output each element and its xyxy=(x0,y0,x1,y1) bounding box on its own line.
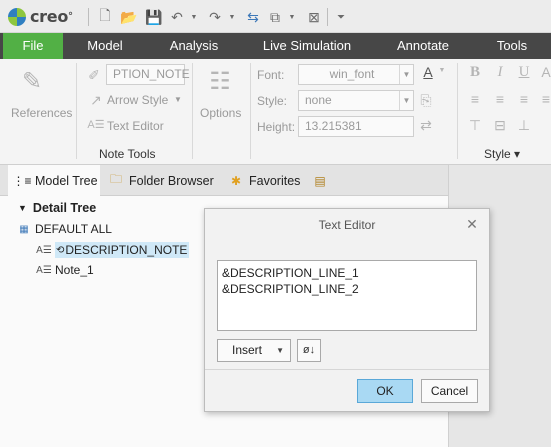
italic-button[interactable]: I xyxy=(492,64,508,81)
dialog-title: Text Editor xyxy=(318,218,376,232)
note-name-icon: ✐ xyxy=(88,67,100,83)
ribbon-separator xyxy=(457,63,458,159)
windows-icon[interactable]: ⧉ xyxy=(266,8,284,26)
layers-icon: ▤ xyxy=(314,173,326,188)
undo-dropdown-icon[interactable]: ▼ xyxy=(185,8,203,26)
ribbon-separator xyxy=(76,63,77,159)
model-tree-icon: ⋮≡ xyxy=(12,173,32,188)
note-text-area[interactable]: &DESCRIPTION_LINE_1 &DESCRIPTION_LINE_2 xyxy=(217,260,477,331)
valign-middle-icon[interactable]: ⊟ xyxy=(492,117,508,134)
text-color-dropdown-icon[interactable]: ▼ xyxy=(437,67,447,74)
close-icon[interactable]: ✕ xyxy=(465,217,479,231)
text-editor-dialog: Text Editor ✕ &DESCRIPTION_LINE_1 &DESCR… xyxy=(204,208,490,412)
note-icon: A☰ xyxy=(36,244,52,256)
dialog-divider xyxy=(205,369,489,370)
text-line: &DESCRIPTION_LINE_1 xyxy=(222,266,359,280)
group-label-note-tools: Note Tools xyxy=(99,147,156,161)
justify-icon[interactable]: ≡ xyxy=(540,91,551,107)
regenerate-icon[interactable]: ⇆ xyxy=(244,8,262,26)
align-left-icon[interactable]: ≡ xyxy=(467,91,483,107)
redo-dropdown-icon[interactable]: ▼ xyxy=(223,8,241,26)
chevron-down-icon: ▼ xyxy=(276,346,284,355)
selected-item-highlight: ⟲ DESCRIPTION_NOTE xyxy=(55,242,190,258)
style-label: Style: xyxy=(257,94,288,108)
cancel-button[interactable]: Cancel xyxy=(421,379,478,403)
arrow-style-icon: ↗ xyxy=(90,92,102,108)
tree-item-note-1[interactable]: A☰ Note_1 xyxy=(36,263,94,277)
customize-icon[interactable]: ⏷ xyxy=(332,8,350,26)
font-select[interactable]: win_font ▼ xyxy=(298,64,414,85)
tab-layers[interactable]: ▤ xyxy=(312,165,336,196)
note-icon: A☰ xyxy=(36,264,52,276)
undo-icon[interactable]: ↶ xyxy=(168,8,186,26)
align-right-icon[interactable]: ≡ xyxy=(516,91,532,107)
bold-button[interactable]: B xyxy=(467,64,483,81)
references-icon[interactable]: ✎ xyxy=(18,67,46,97)
toolbar-separator xyxy=(327,8,328,26)
strikethrough-icon[interactable]: A xyxy=(540,64,551,80)
regen-icon: ⟲ xyxy=(56,244,65,256)
text-editor-button[interactable]: Text Editor xyxy=(107,119,164,133)
tab-file[interactable]: File xyxy=(3,33,63,59)
text-line: &DESCRIPTION_LINE_2 xyxy=(222,282,359,296)
drawing-icon: ▦ xyxy=(19,223,29,235)
style-dropdown-icon: ▼ xyxy=(399,91,413,110)
copy-style-icon[interactable]: ⎘ xyxy=(418,92,434,109)
text-editor-icon: A☰ xyxy=(87,119,105,131)
tree-item-default-all[interactable]: ▦ DEFAULT ALL xyxy=(16,222,112,236)
navigator-tabs: ⋮≡ Model Tree 🗀 Folder Browser ✱ Favorites … xyxy=(0,165,448,196)
tab-annotate[interactable]: Annotate xyxy=(386,33,460,59)
symbol-icon: ø↓ xyxy=(302,344,316,356)
arrow-style-button[interactable]: Arrow Style xyxy=(107,93,168,107)
options-button[interactable]: Options xyxy=(200,106,241,120)
style-select[interactable]: none ▼ xyxy=(298,90,414,111)
tab-model-tree[interactable]: ⋮≡ Model Tree xyxy=(8,165,100,196)
tab-analysis[interactable]: Analysis xyxy=(158,33,230,59)
tab-model[interactable]: Model xyxy=(72,33,138,59)
arrow-style-dropdown-icon[interactable]: ▼ xyxy=(174,95,182,104)
quick-access-toolbar: creo ° 🗋 📂 💾 ↶ ▼ ↷ ▼ ⇆ ⧉ ▼ ⊠ ⏷ xyxy=(0,0,551,33)
windows-dropdown-icon[interactable]: ▼ xyxy=(283,8,301,26)
tab-tools[interactable]: Tools xyxy=(486,33,538,59)
symbol-button[interactable]: ø↓ xyxy=(297,339,321,362)
font-dropdown-icon: ▼ xyxy=(399,65,413,84)
group-label-style[interactable]: Style ▾ xyxy=(484,147,520,161)
creo-logo: creo ° xyxy=(8,7,73,26)
favorites-icon: ✱ xyxy=(230,173,242,188)
collapse-icon[interactable]: ▼ xyxy=(18,203,27,213)
tab-favorites[interactable]: ✱ Favorites xyxy=(224,165,306,196)
redo-icon[interactable]: ↷ xyxy=(206,8,224,26)
tree-header[interactable]: ▼ Detail Tree xyxy=(18,201,96,215)
creo-logo-text: creo xyxy=(30,7,69,26)
underline-button[interactable]: U xyxy=(516,64,532,81)
new-icon[interactable]: 🗋 xyxy=(96,7,114,26)
references-button[interactable]: References xyxy=(11,106,72,120)
height-field[interactable]: 13.215381 xyxy=(298,116,414,137)
tab-live-simulation[interactable]: Live Simulation xyxy=(254,33,360,59)
creo-logo-mark xyxy=(8,7,26,26)
valign-bottom-icon[interactable]: ⊥ xyxy=(516,117,532,134)
options-icon[interactable]: ☷ xyxy=(206,67,234,97)
align-center-icon[interactable]: ≡ xyxy=(492,91,508,107)
folder-icon: 🗀 xyxy=(109,172,122,186)
close-window-icon[interactable]: ⊠ xyxy=(305,8,323,26)
text-color-icon[interactable]: A xyxy=(420,64,436,80)
ribbon-tab-bar: File Model Analysis Live Simulation Anno… xyxy=(0,33,551,59)
ribbon-separator xyxy=(192,63,193,159)
ok-button[interactable]: OK xyxy=(357,379,413,403)
font-label: Font: xyxy=(257,68,285,82)
ribbon-panel: ✎ References ✐ PTION_NOTE ↗ Arrow Style … xyxy=(0,59,551,165)
tree-item-description-note[interactable]: A☰ ⟲ DESCRIPTION_NOTE xyxy=(36,242,190,258)
tab-folder-browser[interactable]: 🗀 Folder Browser xyxy=(104,165,220,196)
valign-top-icon[interactable]: ⊤ xyxy=(467,117,483,134)
ribbon-separator xyxy=(250,63,251,159)
insert-dropdown[interactable]: Insert ▼ xyxy=(217,339,291,362)
note-name-field[interactable]: PTION_NOTE xyxy=(106,64,190,85)
swap-icon[interactable]: ⇄ xyxy=(418,117,434,134)
open-icon[interactable]: 📂 xyxy=(120,8,138,26)
toolbar-separator xyxy=(88,8,89,26)
save-icon[interactable]: 💾 xyxy=(145,8,163,26)
height-label: Height: xyxy=(257,120,296,134)
